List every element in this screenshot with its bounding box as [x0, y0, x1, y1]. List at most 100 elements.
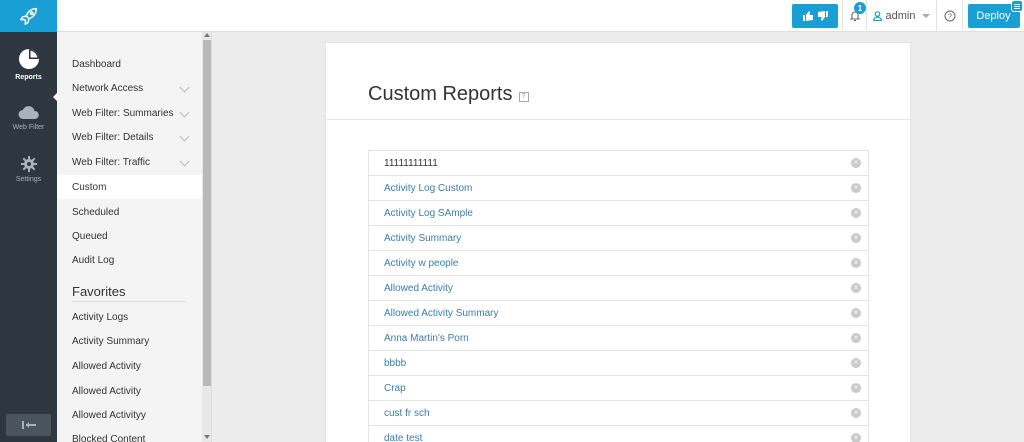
- delete-icon[interactable]: ×: [851, 383, 861, 393]
- thumbs-up-icon: [802, 11, 813, 21]
- report-row[interactable]: cust fr sch ×: [369, 401, 868, 426]
- user-menu[interactable]: admin: [866, 0, 936, 32]
- chevron-down-icon: [179, 131, 190, 142]
- scroll-up-arrow-icon[interactable]: [204, 33, 210, 37]
- report-row[interactable]: Activity Summary ×: [369, 226, 868, 251]
- delete-icon[interactable]: ×: [851, 408, 861, 418]
- sidebar-item-web-filter-traffic[interactable]: Web Filter: Traffic: [57, 150, 202, 174]
- nav-item-settings[interactable]: Settings: [0, 156, 57, 183]
- sidebar-item-scheduled[interactable]: Scheduled: [57, 200, 202, 224]
- notification-badge: 1: [854, 2, 866, 14]
- favorite-item[interactable]: Activity Logs: [57, 305, 202, 329]
- nav-item-web-filter[interactable]: Web Filter: [0, 104, 57, 131]
- report-row[interactable]: bbbb ×: [369, 351, 868, 376]
- report-name-link[interactable]: bbbb: [384, 358, 406, 369]
- favorites-divider: [72, 301, 186, 302]
- sidebar-item-custom[interactable]: Custom: [57, 175, 202, 199]
- favorite-item[interactable]: Activity Summary: [57, 329, 202, 353]
- favorite-item[interactable]: Blocked Content: [57, 427, 202, 442]
- custom-reports-card: Custom Reports ? 11111111111 × Activity L…: [325, 42, 911, 442]
- favorite-item-label: Allowed Activity: [72, 360, 141, 372]
- delete-icon[interactable]: ×: [851, 183, 861, 193]
- favorite-item-label: Allowed Activityy: [72, 409, 146, 421]
- nav-label-web-filter: Web Filter: [12, 124, 45, 131]
- delete-icon[interactable]: ×: [851, 283, 861, 293]
- deploy-cell: Deploy: [962, 0, 1024, 32]
- help-icon: ?: [944, 10, 955, 22]
- delete-icon[interactable]: ×: [851, 208, 861, 218]
- info-icon[interactable]: ?: [518, 91, 529, 102]
- feedback-button[interactable]: [792, 4, 838, 28]
- report-row[interactable]: Activity Log Custom ×: [369, 176, 868, 201]
- sidebar-item-web-filter-summaries[interactable]: Web Filter: Summaries: [57, 101, 202, 125]
- help-button[interactable]: ?: [936, 0, 962, 32]
- sidebar-item-label: Scheduled: [72, 206, 120, 218]
- username-label: admin: [885, 10, 916, 22]
- notifications-button[interactable]: 1: [842, 0, 866, 32]
- report-row[interactable]: Anna Martin's Porn ×: [369, 326, 868, 351]
- favorite-item[interactable]: Allowed Activity: [57, 354, 202, 378]
- sidebar-item-queued[interactable]: Queued: [57, 224, 202, 248]
- collapse-arrow-icon: [21, 421, 36, 429]
- deploy-label: Deploy: [976, 10, 1011, 22]
- top-bar: 1 admin ? Deploy: [0, 0, 1024, 32]
- report-name-link[interactable]: 11111111111: [384, 158, 438, 169]
- sidebar-scrollbar[interactable]: [202, 32, 211, 442]
- pie-chart-icon: [18, 49, 39, 69]
- report-row[interactable]: Activity w people ×: [369, 251, 868, 276]
- report-row[interactable]: Allowed Activity ×: [369, 276, 868, 301]
- thumbs-down-icon: [817, 11, 828, 21]
- page-title: Custom Reports ?: [368, 83, 529, 106]
- delete-icon[interactable]: ×: [851, 158, 861, 168]
- delete-icon[interactable]: ×: [851, 433, 861, 442]
- report-row[interactable]: 11111111111 ×: [369, 151, 868, 176]
- sidebar-item-dashboard[interactable]: Dashboard: [57, 52, 202, 76]
- report-name-link[interactable]: date test: [384, 433, 422, 442]
- report-name-link[interactable]: Crap: [384, 383, 406, 394]
- primary-nav: Reports Web Filter Settings: [0, 32, 58, 442]
- delete-icon[interactable]: ×: [851, 258, 861, 268]
- favorite-item[interactable]: Allowed Activityy: [57, 403, 202, 427]
- sidebar-item-audit-log[interactable]: Audit Log: [57, 248, 202, 272]
- chevron-down-icon: [179, 107, 190, 118]
- report-row[interactable]: date test ×: [369, 426, 868, 442]
- report-name-link[interactable]: Allowed Activity Summary: [384, 308, 498, 319]
- report-name-link[interactable]: Activity w people: [384, 258, 458, 269]
- report-row[interactable]: Activity Log SAmple ×: [369, 201, 868, 226]
- svg-text:?: ?: [948, 14, 952, 21]
- report-row[interactable]: Crap ×: [369, 376, 868, 401]
- deploy-button[interactable]: Deploy: [967, 0, 1023, 28]
- delete-icon[interactable]: ×: [851, 358, 861, 368]
- nav-item-reports[interactable]: Reports: [0, 48, 57, 81]
- sidebar-item-web-filter-details[interactable]: Web Filter: Details: [57, 125, 202, 149]
- report-name-link[interactable]: cust fr sch: [384, 408, 430, 419]
- collapse-nav-button[interactable]: [6, 414, 51, 436]
- sidebar-item-label: Web Filter: Traffic: [72, 156, 150, 168]
- report-name-link[interactable]: Allowed Activity: [384, 283, 453, 294]
- report-row[interactable]: Allowed Activity Summary ×: [369, 301, 868, 326]
- nav-label-settings: Settings: [15, 176, 42, 183]
- delete-icon[interactable]: ×: [851, 308, 861, 318]
- scroll-down-arrow-icon[interactable]: [204, 435, 210, 439]
- sidebar-item-label: Dashboard: [72, 58, 121, 70]
- sidebar-item-label: Web Filter: Summaries: [72, 107, 174, 119]
- rocket-logo-icon[interactable]: [0, 0, 57, 32]
- cloud-icon: [18, 106, 39, 119]
- favorite-item-label: Activity Logs: [72, 311, 129, 323]
- report-name-link[interactable]: Activity Log SAmple: [384, 208, 473, 219]
- sidebar-item-label: Queued: [72, 230, 108, 242]
- sidebar-item-label: Network Access: [72, 82, 144, 94]
- list-icon: [1010, 0, 1023, 12]
- report-name-link[interactable]: Anna Martin's Porn: [384, 333, 469, 344]
- sidebar-item-label: Audit Log: [72, 254, 115, 266]
- report-name-link[interactable]: Activity Log Custom: [384, 183, 472, 194]
- delete-icon[interactable]: ×: [851, 233, 861, 243]
- delete-icon[interactable]: ×: [851, 333, 861, 343]
- favorite-item[interactable]: Allowed Activity: [57, 379, 202, 403]
- scrollbar-thumb[interactable]: [203, 40, 211, 386]
- report-name-link[interactable]: Activity Summary: [384, 233, 461, 244]
- sidebar-item-network-access[interactable]: Network Access: [57, 76, 202, 100]
- favorite-item-label: Allowed Activity: [72, 385, 141, 397]
- page-title-text: Custom Reports: [368, 83, 513, 105]
- chevron-down-icon: [179, 156, 190, 167]
